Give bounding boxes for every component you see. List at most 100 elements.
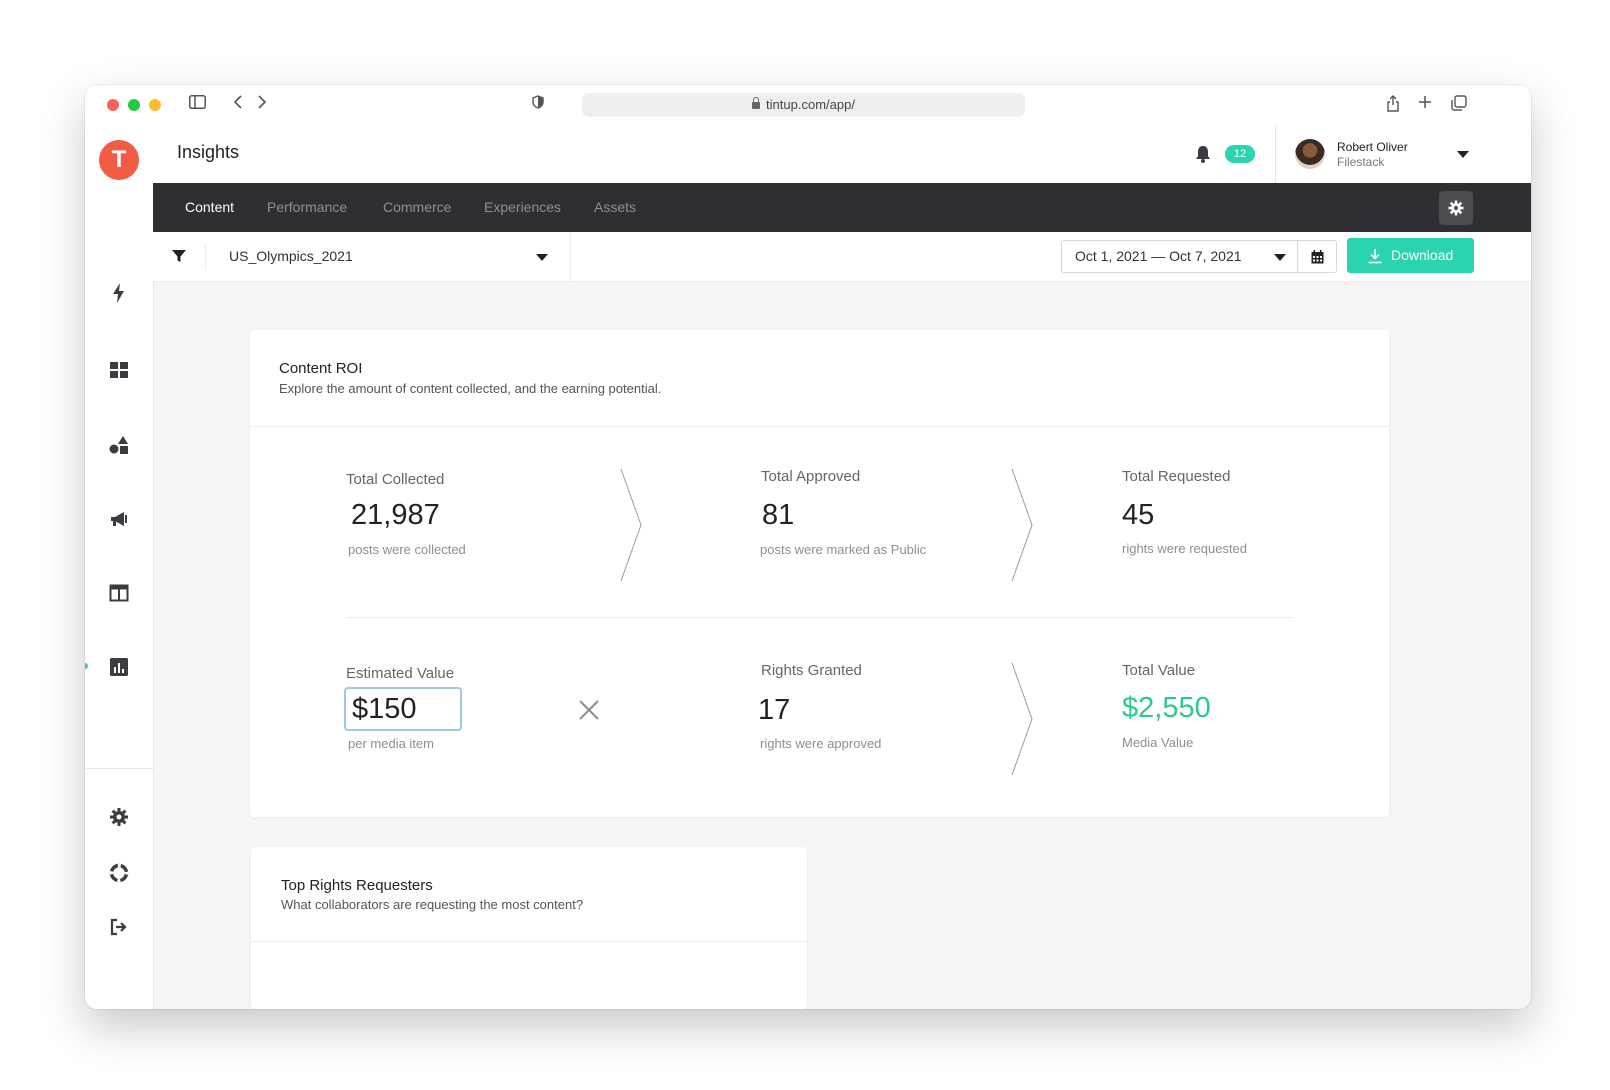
browser-toolbar: tintup.com/app/ bbox=[85, 85, 1531, 125]
estimated-value-label: Estimated Value bbox=[346, 665, 455, 682]
estimated-value-input[interactable]: $150 bbox=[344, 687, 462, 731]
download-label: Download bbox=[1391, 247, 1454, 263]
header-divider bbox=[1275, 125, 1276, 183]
sidebar-item-shapes[interactable] bbox=[107, 433, 131, 457]
date-range-text: Oct 1, 2021 — Oct 7, 2021 bbox=[1075, 248, 1242, 264]
date-range-select[interactable]: Oct 1, 2021 — Oct 7, 2021 bbox=[1061, 240, 1298, 273]
back-icon[interactable] bbox=[233, 95, 243, 115]
browser-window: tintup.com/app/ T Insights 12 Robert Oli… bbox=[85, 85, 1531, 1009]
sidebar-item-logout[interactable] bbox=[107, 915, 131, 939]
tab-content[interactable]: Content bbox=[185, 199, 234, 215]
estimated-value-sub: per media item bbox=[348, 736, 434, 751]
campaign-select[interactable]: US_Olympics_2021 bbox=[229, 248, 353, 264]
sidebar-item-insights[interactable] bbox=[107, 655, 131, 679]
multiply-icon bbox=[579, 700, 599, 720]
sidebar-item-help[interactable] bbox=[107, 861, 131, 885]
tint-logo[interactable]: T bbox=[99, 140, 139, 180]
forward-icon[interactable] bbox=[257, 95, 267, 115]
filter-bar: US_Olympics_2021 Oct 1, 2021 — Oct 7, 20… bbox=[153, 232, 1531, 282]
user-menu-chevron-down-icon[interactable] bbox=[1457, 151, 1469, 158]
rights-granted-sub: rights were approved bbox=[760, 736, 882, 751]
total-requested-sub: rights were requested bbox=[1122, 541, 1248, 556]
sidebar-item-dashboard[interactable] bbox=[107, 358, 131, 382]
insights-tabs: Content Performance Commerce Experiences… bbox=[153, 183, 1531, 232]
card-divider bbox=[251, 941, 807, 942]
total-value-sub: Media Value bbox=[1122, 735, 1194, 750]
share-icon[interactable] bbox=[1386, 95, 1400, 118]
total-requested-value: 45 bbox=[1122, 499, 1155, 531]
user-organization: Filestack bbox=[1337, 155, 1385, 169]
notification-count-badge[interactable]: 12 bbox=[1225, 145, 1255, 163]
settings-button[interactable] bbox=[1439, 191, 1473, 225]
content-roi-card: Content ROI Explore the amount of conten… bbox=[250, 330, 1389, 817]
card-divider bbox=[250, 426, 1389, 427]
filter-icon[interactable] bbox=[171, 248, 187, 269]
sidebar-item-campaigns[interactable] bbox=[107, 507, 131, 531]
tab-commerce[interactable]: Commerce bbox=[383, 199, 451, 215]
url-text: tintup.com/app/ bbox=[766, 97, 855, 112]
download-button[interactable]: Download bbox=[1347, 238, 1474, 273]
megaphone-icon bbox=[111, 512, 127, 526]
filter-divider bbox=[205, 244, 206, 270]
chevron-right-icon bbox=[620, 468, 642, 582]
total-approved-label: Total Approved bbox=[761, 468, 861, 485]
total-collected-value: 21,987 bbox=[351, 499, 440, 531]
lightning-icon bbox=[113, 283, 124, 303]
total-collected-label: Total Collected bbox=[346, 471, 445, 488]
gear-icon bbox=[110, 808, 128, 826]
sidebar-item-lightning[interactable] bbox=[107, 281, 131, 305]
total-approved-value: 81 bbox=[762, 499, 795, 531]
campaign-chevron-down-icon[interactable] bbox=[536, 254, 548, 261]
card-subtitle: Explore the amount of content collected,… bbox=[279, 381, 662, 396]
total-value-label: Total Value bbox=[1122, 662, 1196, 679]
avatar[interactable] bbox=[1295, 139, 1325, 169]
date-range-chevron-down-icon bbox=[1274, 254, 1286, 261]
zoom-window-button[interactable] bbox=[128, 99, 140, 111]
rights-granted-value: 17 bbox=[758, 694, 791, 726]
minimize-window-button[interactable] bbox=[149, 99, 161, 111]
chevron-right-icon bbox=[1011, 662, 1033, 776]
lock-icon bbox=[752, 97, 761, 109]
tab-performance[interactable]: Performance bbox=[267, 199, 347, 215]
page-title: Insights bbox=[177, 142, 240, 162]
new-tab-icon[interactable] bbox=[1418, 95, 1432, 115]
privacy-shield-icon[interactable] bbox=[532, 95, 544, 115]
tab-overview-icon[interactable] bbox=[1451, 95, 1467, 117]
sidebar-item-layouts[interactable] bbox=[107, 581, 131, 605]
user-name[interactable]: Robert Oliver bbox=[1337, 140, 1408, 154]
bell-icon[interactable] bbox=[1193, 144, 1213, 164]
app-header: Insights 12 Robert Oliver Filestack bbox=[153, 125, 1531, 183]
active-indicator bbox=[85, 663, 88, 669]
chevron-right-icon bbox=[1011, 468, 1033, 582]
metrics-divider bbox=[346, 617, 1292, 618]
download-icon bbox=[1368, 249, 1382, 264]
sidebar-toggle-icon[interactable] bbox=[189, 95, 206, 115]
total-value-amount: $2,550 bbox=[1122, 692, 1211, 724]
grid-icon bbox=[110, 362, 128, 378]
card-subtitle: What collaborators are requesting the mo… bbox=[281, 897, 584, 912]
card-title: Top Rights Requesters bbox=[281, 877, 433, 894]
logout-icon bbox=[110, 918, 127, 936]
calendar-button[interactable] bbox=[1298, 240, 1337, 273]
tab-assets[interactable]: Assets bbox=[594, 199, 636, 215]
calendar-icon bbox=[1311, 250, 1324, 264]
top-rights-requesters-card: Top Rights Requesters What collaborators… bbox=[251, 847, 807, 1009]
app-sidebar: T bbox=[85, 125, 154, 1009]
bar-chart-icon bbox=[110, 658, 128, 676]
total-collected-sub: posts were collected bbox=[348, 542, 466, 557]
card-title: Content ROI bbox=[279, 360, 363, 377]
sidebar-divider bbox=[85, 768, 153, 769]
lifebuoy-icon bbox=[109, 863, 129, 883]
rights-granted-label: Rights Granted bbox=[761, 662, 862, 679]
gear-icon bbox=[1448, 200, 1464, 216]
filter-divider bbox=[570, 232, 571, 281]
shapes-icon bbox=[109, 436, 128, 454]
sidebar-item-settings[interactable] bbox=[107, 805, 131, 829]
total-requested-label: Total Requested bbox=[1122, 468, 1231, 485]
address-bar[interactable]: tintup.com/app/ bbox=[582, 93, 1025, 117]
tab-experiences[interactable]: Experiences bbox=[484, 199, 561, 215]
layout-icon bbox=[109, 584, 129, 602]
close-window-button[interactable] bbox=[107, 99, 119, 111]
total-approved-sub: posts were marked as Public bbox=[760, 542, 927, 557]
window-controls bbox=[107, 99, 161, 111]
